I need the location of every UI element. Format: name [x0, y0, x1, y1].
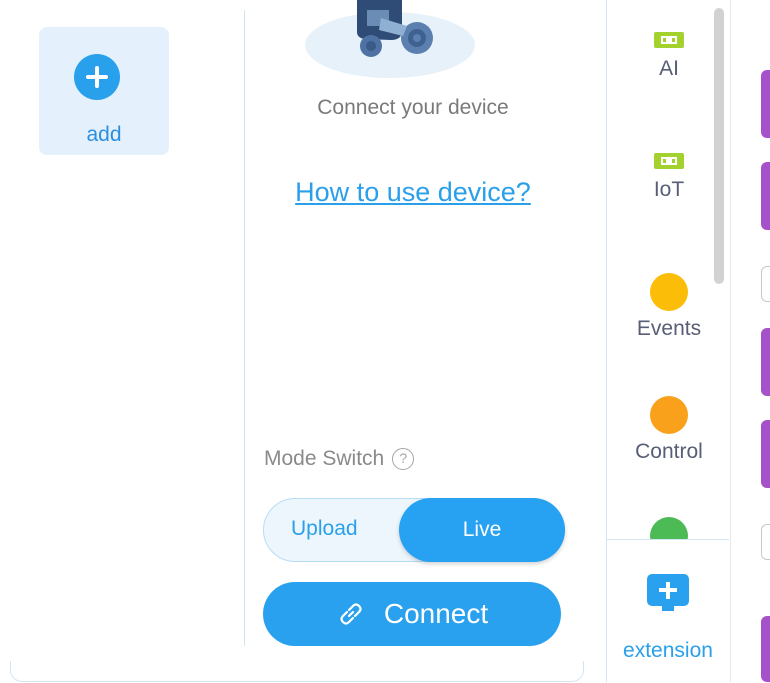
- add-extension-icon: [647, 574, 689, 611]
- add-icon: [74, 54, 120, 100]
- connect-button-label: Connect: [383, 598, 489, 629]
- extension-button[interactable]: extension: [607, 539, 729, 683]
- iot-module-icon: [654, 153, 684, 169]
- mode-switch-toggle[interactable]: Upload Live: [263, 498, 565, 562]
- help-icon[interactable]: ?: [392, 448, 415, 470]
- code-block[interactable]: [761, 70, 770, 138]
- category-ai[interactable]: AI: [607, 28, 731, 81]
- mode-live-option[interactable]: Live: [399, 498, 565, 562]
- category-label: AI: [659, 57, 679, 80]
- device-robot-icon: [305, 0, 475, 80]
- mode-upload-option[interactable]: Upload: [291, 517, 358, 541]
- category-events[interactable]: Events: [607, 272, 731, 341]
- category-control[interactable]: Control: [607, 395, 731, 464]
- category-scrollbar[interactable]: [714, 8, 724, 284]
- block-checkbox[interactable]: [761, 266, 770, 302]
- connect-button[interactable]: Connect: [263, 582, 561, 646]
- category-label: Control: [635, 440, 703, 463]
- mode-switch-label: Mode Switch ?: [264, 447, 415, 471]
- category-label: Events: [636, 317, 702, 340]
- add-device-card[interactable]: add: [39, 27, 169, 155]
- category-label: IoT: [653, 178, 685, 201]
- mode-switch-text: Mode Switch: [264, 447, 385, 470]
- ai-module-icon: [654, 32, 684, 48]
- code-block[interactable]: [761, 162, 770, 230]
- events-dot-icon: [650, 273, 688, 311]
- link-icon: [336, 599, 366, 629]
- code-block[interactable]: [761, 616, 770, 682]
- connect-device-text: Connect your device: [317, 96, 509, 119]
- control-dot-icon: [650, 396, 688, 434]
- extension-label: extension: [623, 639, 713, 662]
- category-iot[interactable]: IoT: [607, 149, 731, 202]
- block-checkbox[interactable]: [761, 524, 770, 560]
- how-to-use-device-link[interactable]: How to use device?: [258, 177, 568, 208]
- add-label: add: [86, 123, 122, 146]
- panel-divider: [244, 10, 245, 646]
- code-block[interactable]: [761, 420, 770, 488]
- code-block[interactable]: [761, 328, 770, 396]
